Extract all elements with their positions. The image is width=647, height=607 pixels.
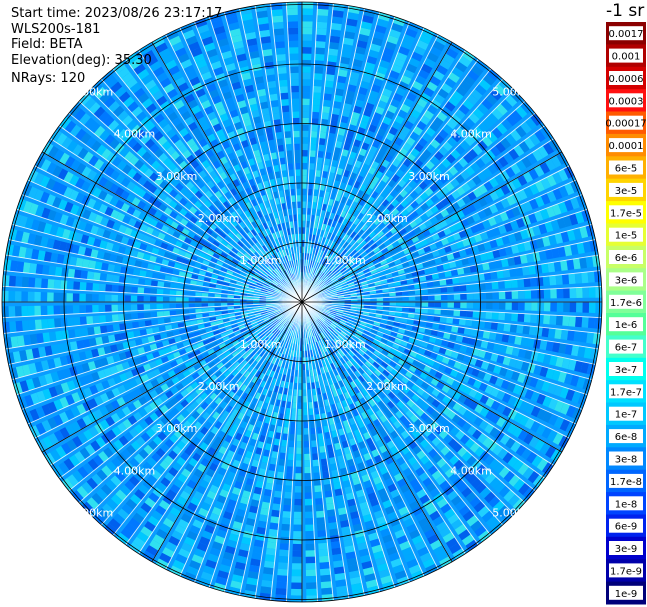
colorbar-tick-label: 0.001 bbox=[612, 52, 641, 63]
colorbar-tick-label: 1.7e-7 bbox=[610, 387, 642, 398]
nrays: NRays: 120 bbox=[11, 71, 86, 86]
colorbar-unit: -1 sr bbox=[606, 1, 644, 21]
colorbar-tick-label: 0.0006 bbox=[609, 74, 644, 85]
colorbar-tick-label: 1e-9 bbox=[615, 589, 638, 600]
colorbar-tick-label: 1.7e-9 bbox=[610, 566, 642, 577]
colorbar-tick-label: 3e-9 bbox=[615, 544, 638, 555]
colorbar-tick-label: 6e-5 bbox=[615, 164, 638, 175]
colorbar-tick-label: 6e-8 bbox=[615, 432, 638, 443]
colorbar-tick-label: 0.0017 bbox=[609, 29, 644, 40]
colorbar-tick-label: 6e-7 bbox=[615, 343, 638, 354]
colorbar-tick-label: 1.7e-5 bbox=[610, 208, 642, 219]
colorbar-tick-label: 3e-6 bbox=[615, 275, 638, 286]
colorbar-tick-label: 3e-5 bbox=[615, 186, 638, 197]
instrument-name: WLS200s-181 bbox=[11, 22, 101, 37]
colorbar-tick-label: 1.7e-8 bbox=[610, 477, 642, 488]
colorbar-tick-label: 3e-7 bbox=[615, 365, 638, 376]
colorbar-tick-label: 1e-8 bbox=[615, 499, 638, 510]
colorbar-tick-label: 6e-6 bbox=[615, 253, 638, 264]
field-name: Field: BETA bbox=[11, 37, 83, 52]
colorbar-tick-label: 6e-9 bbox=[615, 522, 638, 533]
colorbar-tick-label: 1.7e-6 bbox=[610, 298, 642, 309]
colorbar-tick-label: 0.0001 bbox=[609, 141, 644, 152]
colorbar-tick-label: 1e-6 bbox=[615, 320, 638, 331]
colorbar-tick-label: 1e-7 bbox=[615, 410, 638, 421]
elevation: Elevation(deg): 35.30 bbox=[11, 53, 152, 68]
start-time: Start time: 2023/08/26 23:17:17 bbox=[11, 6, 223, 21]
colorbar-tick-label: 1e-5 bbox=[615, 231, 638, 242]
colorbar-tick-label: 0.00017 bbox=[605, 119, 646, 130]
colorbar-tick-label: 3e-8 bbox=[615, 455, 638, 466]
colorbar-tick-label: 0.0003 bbox=[609, 96, 644, 107]
colorbar: -1 sr 0.0017 0.001 0.0006 0.0003 0.00017 0.00… bbox=[605, 1, 647, 605]
